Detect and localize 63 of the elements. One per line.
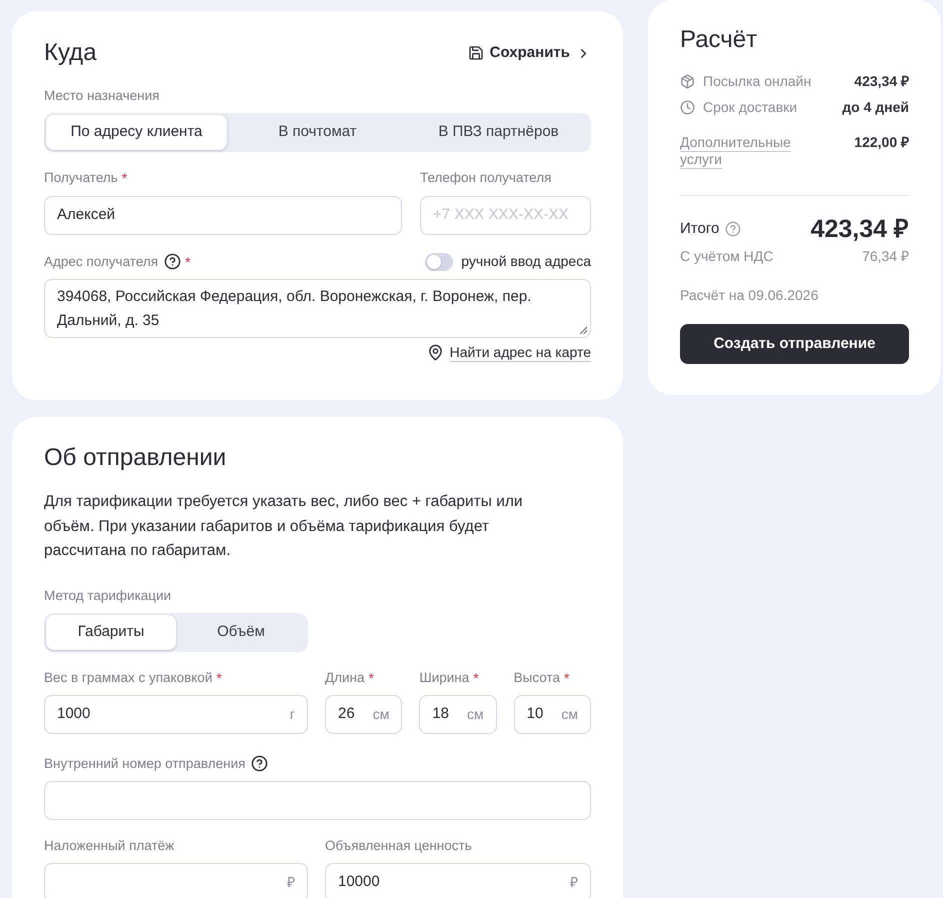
toggle-label: ручной ввод адреса	[461, 252, 591, 271]
summary-value: до 4 дней	[842, 98, 909, 117]
unit-label: см	[466, 704, 484, 724]
field-label: Место назначения	[44, 87, 160, 105]
vat-label: С учётом НДС	[680, 247, 774, 266]
map-link[interactable]: Найти адрес на карте	[450, 342, 591, 362]
card-title: Расчёт	[680, 25, 758, 55]
weight-field[interactable]: 1000 г	[44, 694, 308, 734]
segment-tab[interactable]: В почтомат	[227, 115, 408, 150]
unit-label: см	[560, 704, 578, 724]
toggle-switch[interactable]	[425, 252, 454, 270]
summary-value: 423,34 ₽	[854, 72, 909, 91]
segment-tab[interactable]: В ПВЗ партнёров	[408, 115, 589, 150]
required-mark: *	[564, 670, 570, 686]
dimension-field[interactable]: 26 см	[325, 694, 402, 734]
save-button[interactable]: Сохранить	[468, 42, 591, 64]
field-label: Объявленная ценность	[325, 836, 472, 855]
required-mark: *	[216, 670, 222, 686]
required-mark: *	[473, 670, 479, 686]
create-shipment-button[interactable]: Создать отправление	[680, 324, 909, 364]
required-mark: *	[185, 254, 191, 270]
required-mark: *	[368, 670, 374, 686]
internal-number-field[interactable]	[44, 780, 591, 820]
field-label: Телефон получателя	[420, 169, 552, 187]
segment-tab[interactable]: Габариты	[46, 614, 176, 650]
amount-field[interactable]: 10000 ₽	[325, 862, 591, 898]
card-title: Куда	[44, 38, 97, 68]
package-icon	[680, 74, 695, 88]
dimension-field[interactable]: 10 см	[514, 694, 591, 734]
help-icon[interactable]	[164, 253, 182, 270]
unit-label: ₽	[569, 872, 578, 892]
field-label: Адрес получателя	[44, 252, 158, 271]
summary-value: 122,00 ₽	[854, 134, 909, 151]
field-label: Длина	[325, 668, 365, 687]
field-label: Вес в граммах с упаковкой	[44, 668, 212, 687]
clock-icon	[680, 100, 695, 114]
map-pin-icon	[426, 344, 444, 360]
field-label: Получатель	[44, 169, 118, 187]
total-label: Итого	[680, 218, 720, 239]
unit-label: ₽	[286, 872, 295, 892]
unit-label: г	[288, 704, 295, 724]
summary-label: Посылка онлайн	[703, 72, 812, 91]
field-label: Высота	[514, 668, 560, 686]
dimension-field[interactable]: 18 см	[419, 694, 497, 734]
field-label: Метод тарификации	[44, 586, 172, 605]
description-text: Для тарификации требуется указать вес, либо вес + габариты или объём. При указании габаритов и объёма тарификация будет рассчитана по габаритам.	[44, 492, 524, 561]
address-field[interactable]: 394068, Российская Федерация, обл. Воронежская, г. Воронеж, пер. Дальний, д. 35	[44, 279, 591, 338]
field-label: Внутренний номер отправления	[44, 754, 246, 773]
vat-amount: 76,34 ₽	[862, 247, 909, 266]
help-icon[interactable]	[251, 755, 268, 772]
segment-tab[interactable]: Объём	[176, 614, 306, 650]
resize-handle-icon[interactable]	[579, 326, 587, 334]
summary-label: Срок доставки	[703, 98, 798, 117]
segment-tab[interactable]: По адресу клиента	[46, 115, 227, 150]
field-label: Наложенный платёж	[44, 836, 174, 854]
recipient-field[interactable]: Алексей	[44, 196, 402, 235]
unit-label: см	[372, 704, 390, 724]
total-amount: 423,34 ₽	[810, 214, 909, 244]
field-label: Ширина	[419, 668, 470, 687]
calculation-date: Расчёт на 09.06.2026	[680, 286, 820, 305]
required-mark: *	[122, 170, 128, 186]
card-title: Об отправлении	[44, 443, 228, 473]
save-icon	[468, 45, 484, 61]
